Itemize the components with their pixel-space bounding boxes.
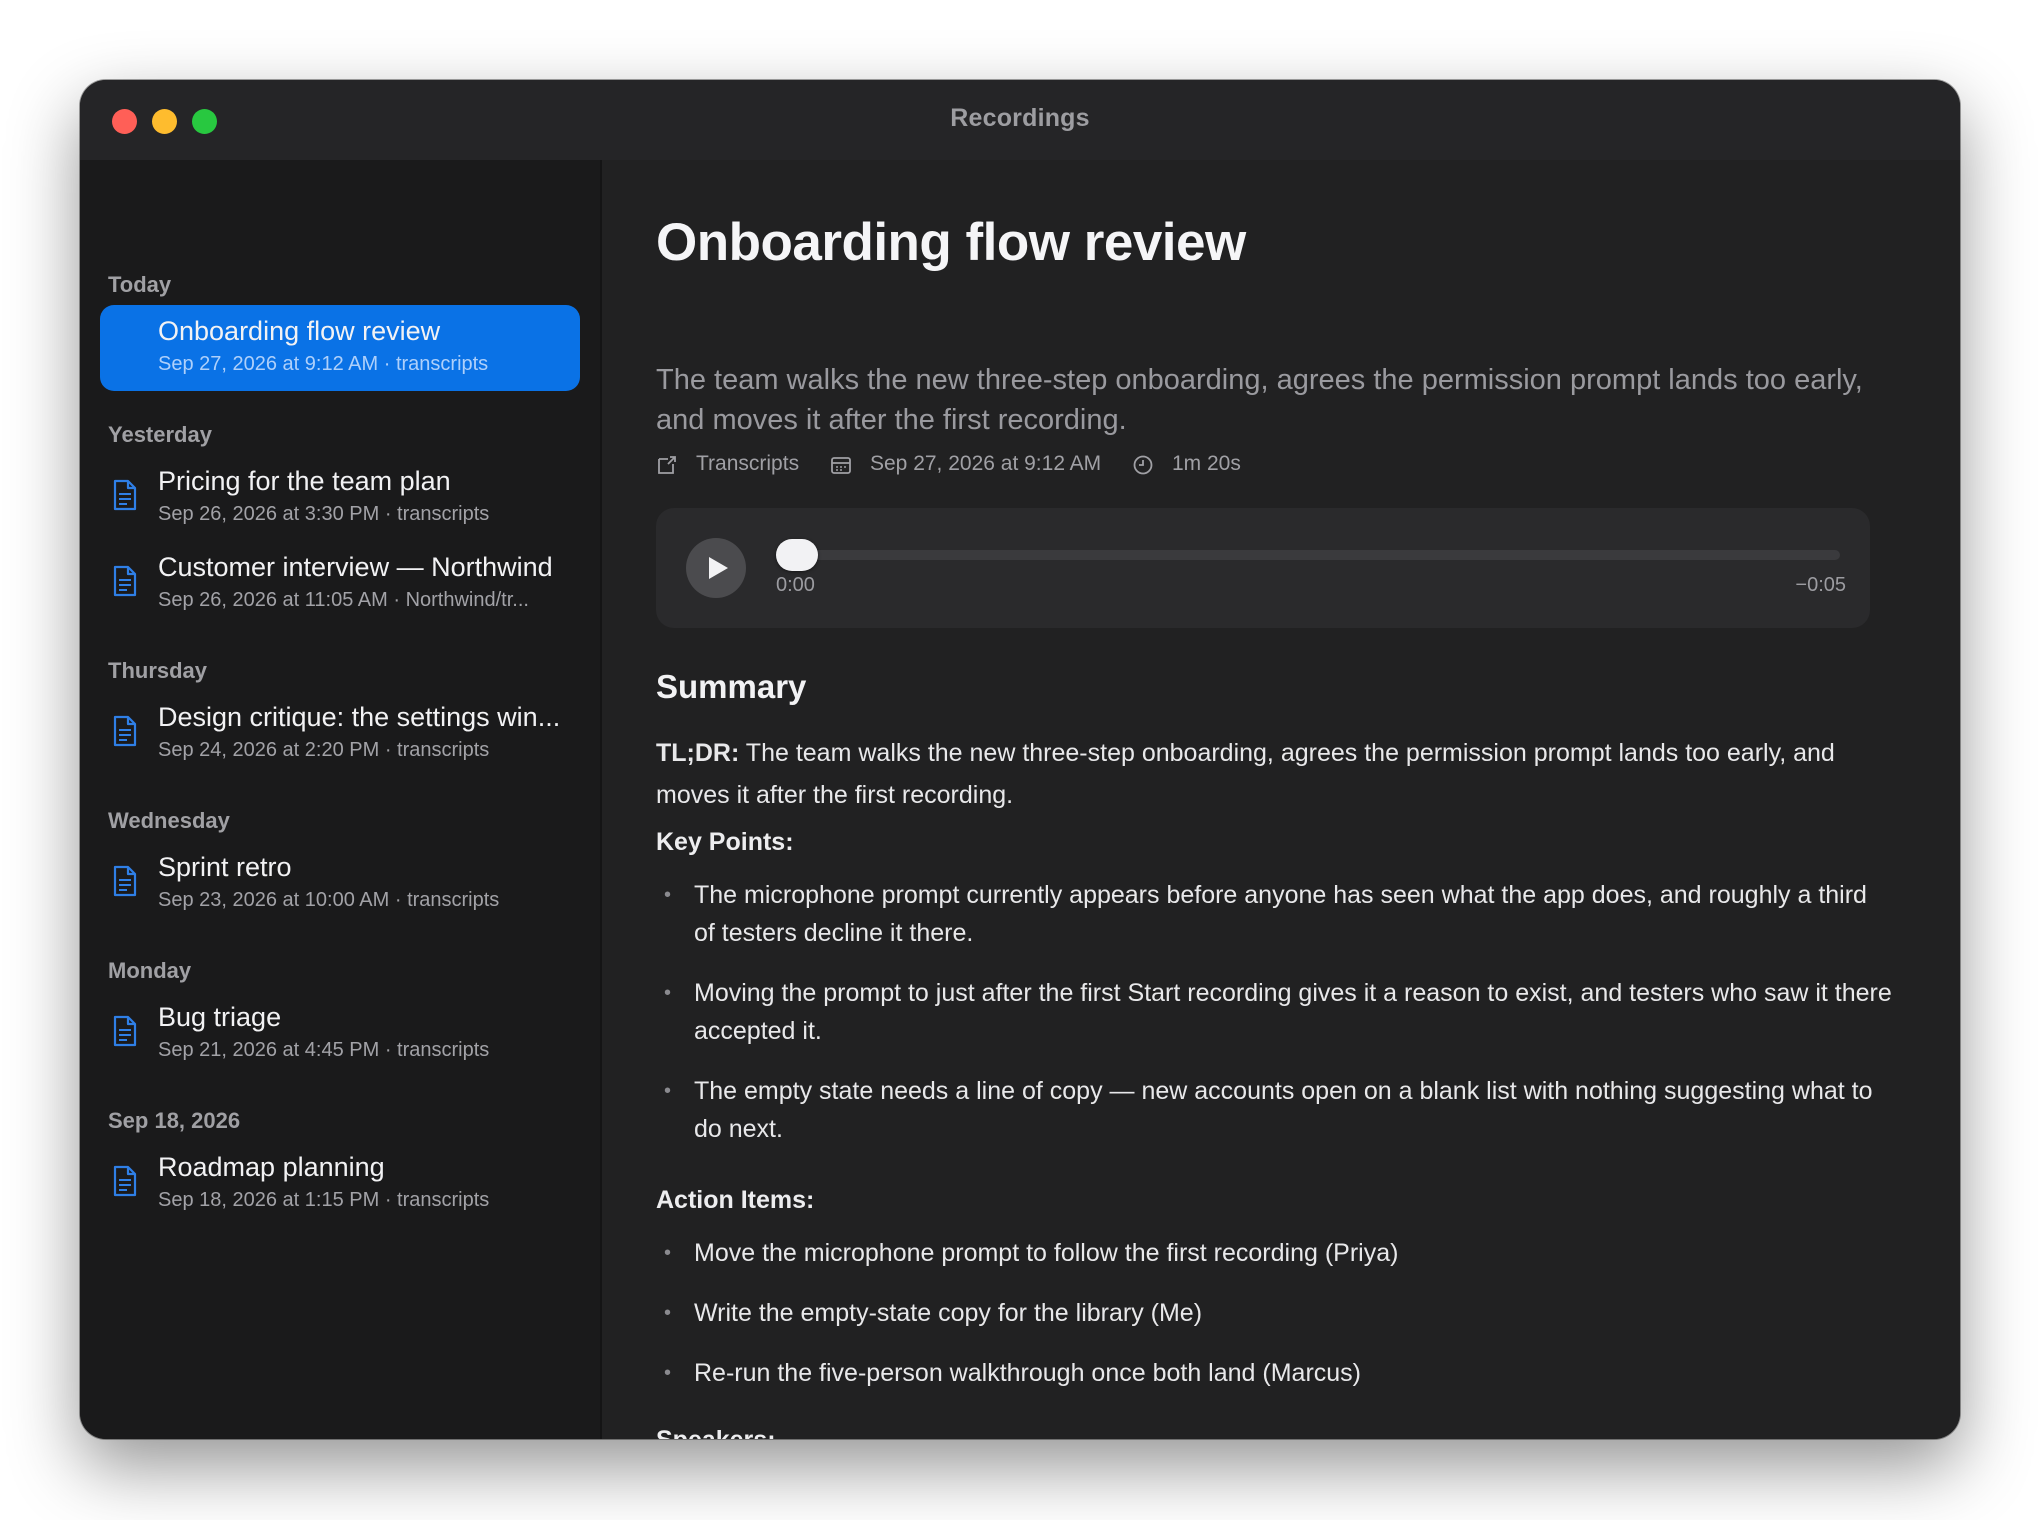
title-bar[interactable]: Recordings [80,80,1960,160]
action-item-text: Re-run the five-person walkthrough once … [694,1359,1362,1387]
elapsed-time: 0:00 [776,574,815,596]
minimize-window-button[interactable] [152,109,177,134]
recording-item-customer-interview-northwind[interactable]: Customer interview — Northwind Sep 26, 2… [100,541,580,627]
group-label-sep-18: Sep 18, 2026 [108,1108,241,1133]
recording-item-design-critique[interactable]: Design critique: the settings win... Sep… [100,691,580,777]
recording-item-subtitle: Sep 24, 2026 at 2:20 PM · transcripts [158,739,490,761]
remaining-time: −0:05 [1795,574,1846,596]
document-icon [113,565,137,597]
recording-item-title: Sprint retro [158,852,292,882]
playback-scrubber-track[interactable] [776,550,1840,560]
document-icon [113,865,137,897]
meta-folder-label: Transcripts [696,452,800,475]
group-label-wednesday: Wednesday [108,808,230,833]
zoom-window-button[interactable] [192,109,217,134]
recording-item-pricing-for-the-team-plan[interactable]: Pricing for the team plan Sep 26, 2026 a… [100,455,580,541]
key-point-text: The microphone prompt currently appears … [694,881,1867,947]
play-icon [709,557,728,579]
tldr-paragraph: TL;DR: The team walks the new three-step… [656,732,1886,816]
summary-heading: Summary [656,668,807,705]
action-item-text: Move the microphone prompt to follow the… [694,1239,1399,1267]
recording-item-onboarding-flow-review[interactable]: Onboarding flow review Sep 27, 2026 at 9… [100,305,580,391]
key-points-label: Key Points: [656,828,794,856]
document-icon [113,1165,137,1197]
recording-item-subtitle: Sep 26, 2026 at 11:05 AM · Northwind/tr.… [158,589,529,611]
audio-player: 0:00 −0:05 [656,508,1870,628]
recording-description: The team walks the new three-step onboar… [656,364,1863,436]
recording-item-subtitle: Sep 26, 2026 at 3:30 PM · transcripts [158,503,490,525]
play-button[interactable] [686,538,746,598]
recording-item-roadmap-planning[interactable]: Roadmap planning Sep 18, 2026 at 1:15 PM… [100,1141,580,1227]
window-title: Recordings [950,104,1090,132]
recording-item-sprint-retro[interactable]: Sprint retro Sep 23, 2026 at 10:00 AM · … [100,841,580,927]
recording-item-subtitle: Sep 27, 2026 at 9:12 AM · transcripts [158,353,489,375]
meta-duration-label: 1m 20s [1172,452,1241,475]
recording-meta: Transcripts Sep 27, 2026 at 9:12 AM 1m 2… [656,452,1886,480]
recording-item-title: Pricing for the team plan [158,466,451,496]
group-label-thursday: Thursday [108,658,208,683]
document-icon [113,715,137,747]
recording-item-subtitle: Sep 18, 2026 at 1:15 PM · transcripts [158,1189,490,1211]
tldr-label: TL;DR: [656,739,740,767]
recording-item-title: Customer interview — Northwind [158,552,553,582]
recording-item-subtitle: Sep 23, 2026 at 10:00 AM · transcripts [158,889,500,911]
meta-date-label: Sep 27, 2026 at 9:12 AM [870,452,1102,475]
group-label-monday: Monday [108,958,192,983]
recording-title: Onboarding flow review [656,213,1246,272]
recording-item-title: Roadmap planning [158,1152,385,1182]
recordings-window: Recordings Today Onboarding flow review … [80,80,1960,1439]
recordings-sidebar: Today Onboarding flow review Sep 27, 202… [80,160,602,1439]
tldr-text: The team walks the new three-step onboar… [656,739,1835,809]
recording-item-title: Onboarding flow review [158,316,441,346]
document-icon [113,479,137,511]
document-icon [113,1015,137,1047]
action-item-text: Write the empty-state copy for the libra… [694,1299,1203,1327]
key-point-text: Moving the prompt to just after the firs… [694,979,1892,1045]
recording-item-title: Design critique: the settings win... [158,702,561,732]
group-label-today: Today [108,272,172,297]
folder-link-icon [658,456,676,474]
clock-icon [1133,455,1153,475]
key-point-text: The empty state needs a line of copy — n… [694,1077,1873,1143]
speakers-label: Speakers: [656,1426,776,1439]
close-window-button[interactable] [112,109,137,134]
calendar-icon [831,457,851,474]
action-items-label: Action Items: [656,1186,815,1214]
recording-detail: Onboarding flow review The team walks th… [602,160,1960,1439]
recording-item-title: Bug triage [158,1002,282,1032]
group-label-yesterday: Yesterday [108,422,212,447]
recording-item-subtitle: Sep 21, 2026 at 4:45 PM · transcripts [158,1039,490,1061]
playback-scrubber-thumb[interactable] [776,539,818,571]
recording-item-bug-triage[interactable]: Bug triage Sep 21, 2026 at 4:45 PM · tra… [100,991,580,1077]
